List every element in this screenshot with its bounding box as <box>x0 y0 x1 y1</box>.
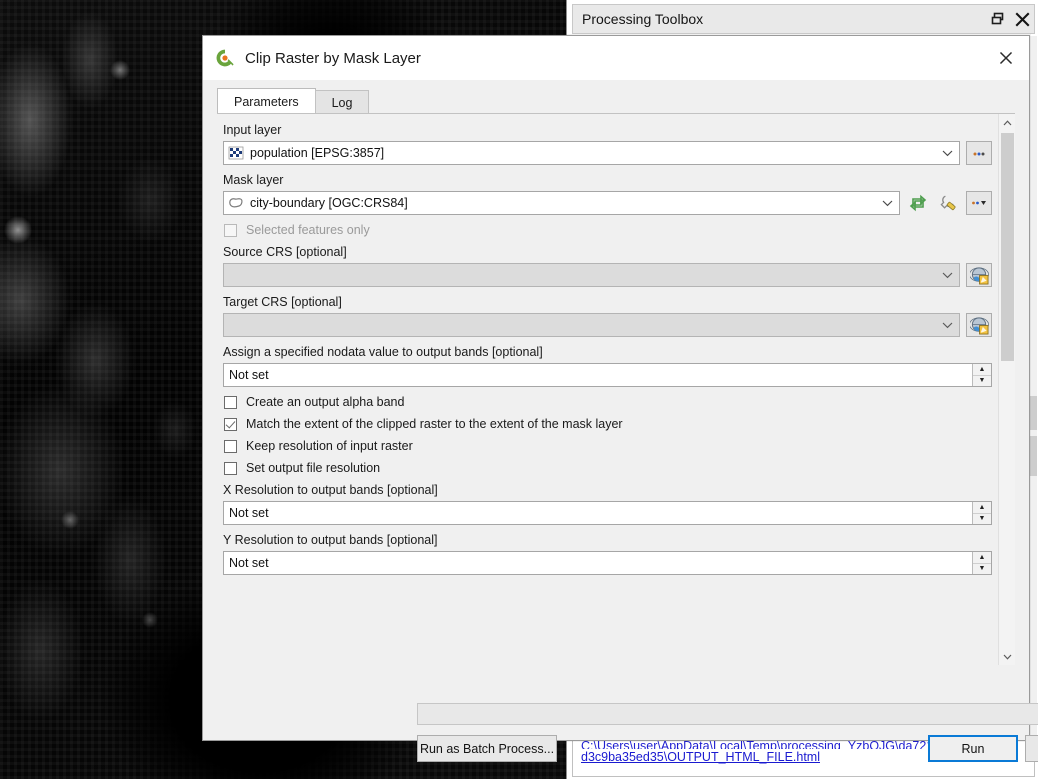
nodata-value-stepper[interactable]: ▲ ▼ <box>972 364 991 386</box>
clip-raster-by-mask-layer-dialog: Clip Raster by Mask Layer Parameters Log… <box>202 35 1030 741</box>
input-layer-browse-button[interactable] <box>966 141 992 165</box>
x-resolution-stepper[interactable]: ▲ ▼ <box>972 502 991 524</box>
output-html-file-link[interactable]: d3c9ba35ed35\OUTPUT_HTML_FILE.html <box>581 750 820 764</box>
target-crs-picker-button[interactable] <box>966 313 992 337</box>
create-alpha-band-checkbox[interactable] <box>224 396 237 409</box>
processing-toolbox-title: Processing Toolbox <box>582 11 986 27</box>
x-resolution-label: X Resolution to output bands [optional] <box>223 483 992 498</box>
stepper-down-icon[interactable]: ▼ <box>973 514 991 525</box>
dialog-title: Clip Raster by Mask Layer <box>245 50 421 67</box>
crs-globe-icon <box>970 316 989 335</box>
qgis-main-window: Processing Toolbox C:\Users\user\AppData… <box>0 0 1038 779</box>
create-alpha-band-label: Create an output alpha band <box>246 395 404 409</box>
chevron-down-icon <box>942 314 953 336</box>
source-crs-picker-button[interactable] <box>966 263 992 287</box>
nodata-value-row: Not set ▲ ▼ <box>223 363 992 387</box>
processing-toolbox-titlebar: Processing Toolbox <box>572 4 1035 34</box>
stepper-down-icon[interactable]: ▼ <box>973 564 991 575</box>
selected-features-only-row: Selected features only <box>224 223 992 237</box>
mask-layer-label: Mask layer <box>223 173 992 188</box>
mask-layer-combo[interactable]: city-boundary [OGC:CRS84] <box>223 191 900 215</box>
x-resolution-text: Not set <box>229 506 269 520</box>
nodata-value-text: Not set <box>229 368 269 382</box>
stepper-up-icon[interactable]: ▲ <box>973 552 991 564</box>
close-icon[interactable] <box>1010 7 1034 31</box>
progress-bar <box>417 703 1038 725</box>
selected-features-only-checkbox <box>224 224 237 237</box>
iterate-over-features-icon[interactable] <box>906 191 930 215</box>
source-crs-combo[interactable] <box>223 263 960 287</box>
y-resolution-row: Not set ▲ ▼ <box>223 551 992 575</box>
restore-window-icon[interactable] <box>986 7 1010 31</box>
scroll-down-icon[interactable] <box>999 648 1015 665</box>
run-as-batch-process-button[interactable]: Run as Batch Process... <box>417 735 557 762</box>
polygon-layer-icon <box>228 195 244 211</box>
chevron-down-icon <box>942 142 953 164</box>
y-resolution-stepper[interactable]: ▲ ▼ <box>972 552 991 574</box>
keep-resolution-row[interactable]: Keep resolution of input raster <box>224 439 992 453</box>
mask-layer-browse-button[interactable] <box>966 191 992 215</box>
chevron-down-icon <box>942 264 953 286</box>
y-resolution-text: Not set <box>229 556 269 570</box>
parameters-content: Input layer <box>217 114 998 581</box>
selected-features-only-label: Selected features only <box>246 223 370 237</box>
keep-resolution-label: Keep resolution of input raster <box>246 439 413 453</box>
dialog-titlebar: Clip Raster by Mask Layer <box>203 36 1029 80</box>
tab-parameters[interactable]: Parameters <box>217 88 316 114</box>
tab-log[interactable]: Log <box>315 90 370 114</box>
stepper-up-icon[interactable]: ▲ <box>973 502 991 514</box>
set-output-resolution-row[interactable]: Set output file resolution <box>224 461 992 475</box>
match-extent-row[interactable]: Match the extent of the clipped raster t… <box>224 417 992 431</box>
input-layer-combo[interactable]: population [EPSG:3857] <box>223 141 960 165</box>
input-layer-row: population [EPSG:3857] <box>223 141 992 165</box>
target-crs-row <box>223 313 992 337</box>
dialog-tabs: Parameters Log <box>217 88 1015 114</box>
close-button[interactable]: Close <box>1025 735 1038 762</box>
tab-log-label: Log <box>332 96 353 110</box>
chevron-down-icon <box>882 192 893 214</box>
parameters-scroll-area: Input layer <box>217 114 1015 665</box>
mask-layer-value: city-boundary [OGC:CRS84] <box>250 196 408 210</box>
nodata-value-spinbox[interactable]: Not set ▲ ▼ <box>223 363 992 387</box>
scroll-up-icon[interactable] <box>999 114 1015 131</box>
match-extent-checkbox[interactable] <box>224 418 237 431</box>
wrench-icon[interactable] <box>936 191 960 215</box>
set-output-resolution-checkbox[interactable] <box>224 462 237 475</box>
keep-resolution-checkbox[interactable] <box>224 440 237 453</box>
stepper-down-icon[interactable]: ▼ <box>973 376 991 387</box>
qgis-logo-icon <box>215 48 235 68</box>
y-resolution-spinbox[interactable]: Not set ▲ ▼ <box>223 551 992 575</box>
source-crs-label: Source CRS [optional] <box>223 245 992 260</box>
match-extent-label: Match the extent of the clipped raster t… <box>246 417 623 431</box>
set-output-resolution-label: Set output file resolution <box>246 461 380 475</box>
progress-row <box>417 702 1038 725</box>
create-alpha-band-row[interactable]: Create an output alpha band <box>224 395 992 409</box>
x-resolution-spinbox[interactable]: Not set ▲ ▼ <box>223 501 992 525</box>
input-layer-label: Input layer <box>223 123 992 138</box>
input-layer-value: population [EPSG:3857] <box>250 146 384 160</box>
y-resolution-label: Y Resolution to output bands [optional] <box>223 533 992 548</box>
parameters-scrollbar[interactable] <box>998 114 1015 665</box>
run-button[interactable]: Run <box>928 735 1018 762</box>
target-crs-label: Target CRS [optional] <box>223 295 992 310</box>
crs-globe-icon <box>970 266 989 285</box>
raster-layer-icon <box>228 145 244 161</box>
stepper-up-icon[interactable]: ▲ <box>973 364 991 376</box>
source-crs-row <box>223 263 992 287</box>
x-resolution-row: Not set ▲ ▼ <box>223 501 992 525</box>
nodata-value-label: Assign a specified nodata value to outpu… <box>223 345 992 360</box>
close-icon[interactable] <box>993 45 1019 71</box>
mask-layer-row: city-boundary [OGC:CRS84] <box>223 191 992 215</box>
parameters-scrollbar-thumb[interactable] <box>1001 133 1014 361</box>
target-crs-combo[interactable] <box>223 313 960 337</box>
tab-parameters-label: Parameters <box>234 95 299 109</box>
